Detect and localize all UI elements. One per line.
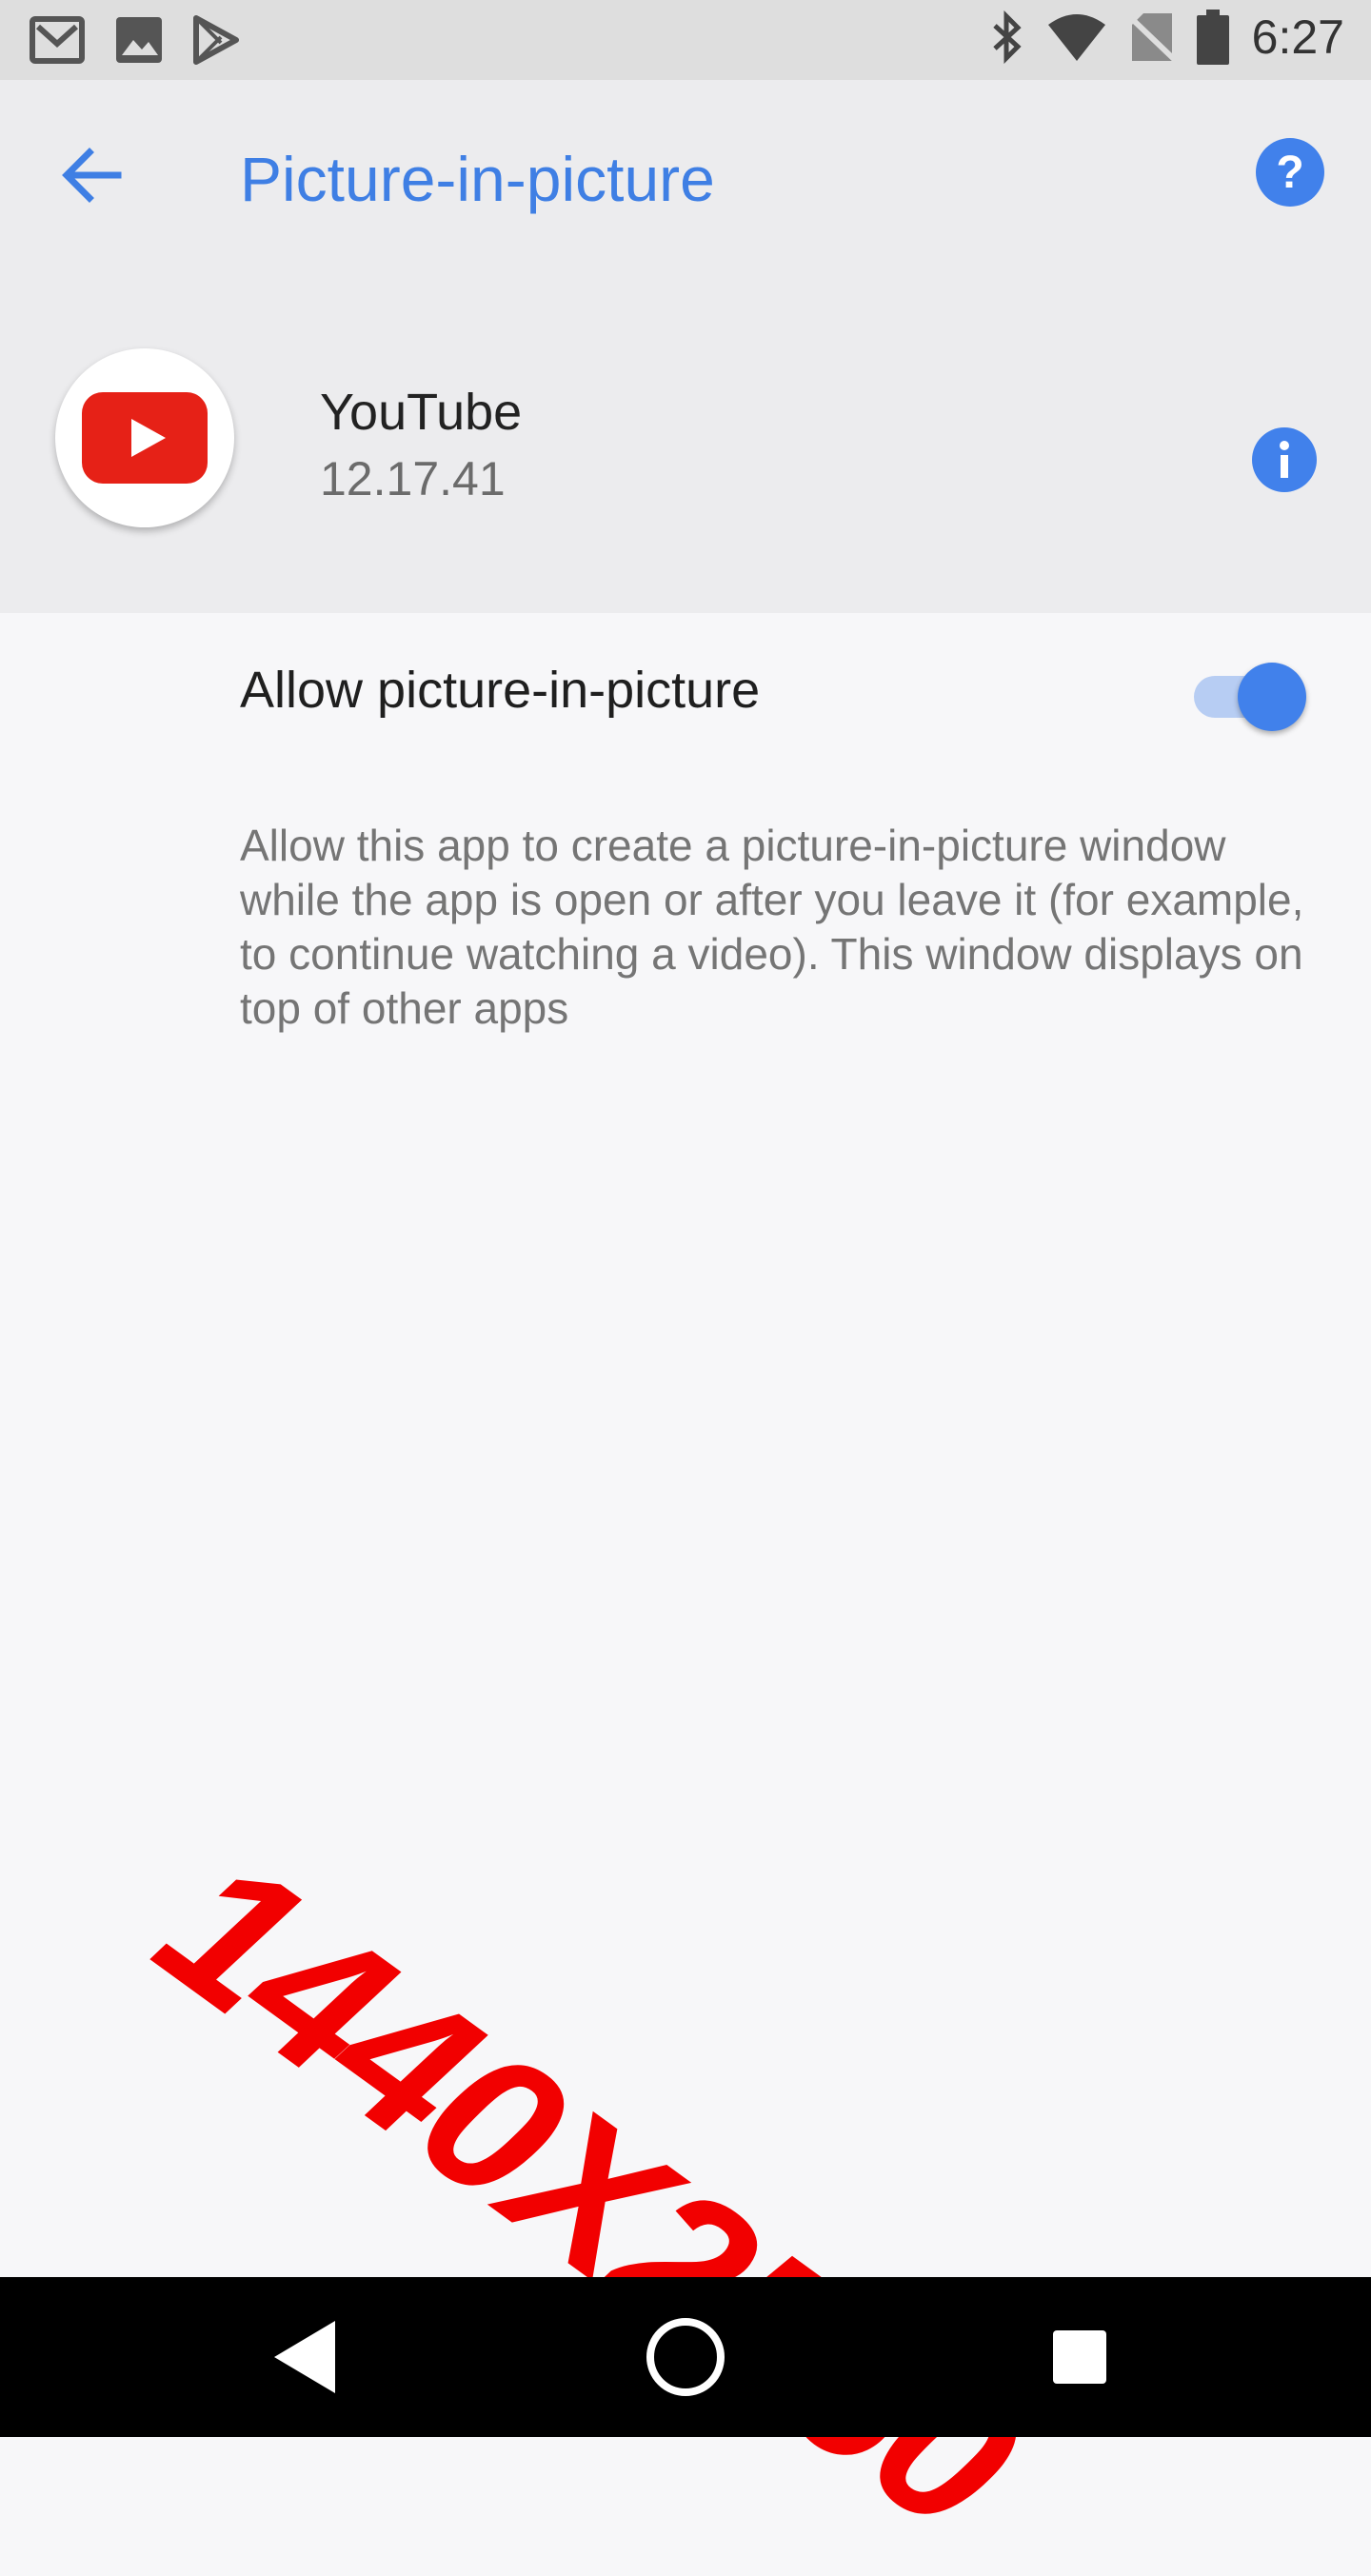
toggle-thumb: [1238, 663, 1306, 731]
setting-label: Allow picture-in-picture: [240, 662, 761, 719]
photos-icon: [116, 17, 162, 63]
status-bar: 6:27: [0, 0, 1371, 80]
info-icon[interactable]: [1251, 426, 1318, 493]
svg-text:?: ?: [1276, 148, 1303, 198]
no-sim-icon: [1129, 13, 1174, 62]
wifi-icon: [1047, 14, 1105, 61]
resolution-watermark: 1440X2560: [122, 1811, 1054, 2573]
allow-pip-toggle[interactable]: [1194, 657, 1308, 733]
help-icon[interactable]: ?: [1255, 137, 1325, 208]
navigation-bar: [0, 2277, 1371, 2437]
battery-icon: [1196, 10, 1229, 65]
youtube-app-icon: [55, 348, 234, 527]
app-name: YouTube: [320, 384, 523, 441]
youtube-logo-icon: [82, 392, 208, 484]
toolbar: Picture-in-picture ?: [0, 80, 1371, 270]
app-header: YouTube 12.17.41: [0, 270, 1371, 613]
status-time: 6:27: [1251, 10, 1344, 64]
arrow-left-icon[interactable]: [55, 137, 131, 213]
page-title: Picture-in-picture: [240, 144, 715, 214]
home-icon[interactable]: [644, 2315, 727, 2399]
allow-pip-setting[interactable]: Allow picture-in-picture: [0, 613, 1371, 775]
recents-icon[interactable]: [1045, 2323, 1114, 2391]
notification-icons: [29, 13, 240, 67]
back-icon[interactable]: [268, 2317, 345, 2397]
play-store-icon: [193, 15, 239, 65]
gmail-icon: [30, 16, 85, 64]
app-version: 12.17.41: [320, 452, 506, 505]
setting-description: Allow this app to create a picture-in-pi…: [240, 821, 1304, 1033]
bluetooth-icon: [992, 10, 1022, 64]
system-icons: 6:27: [989, 10, 1344, 65]
